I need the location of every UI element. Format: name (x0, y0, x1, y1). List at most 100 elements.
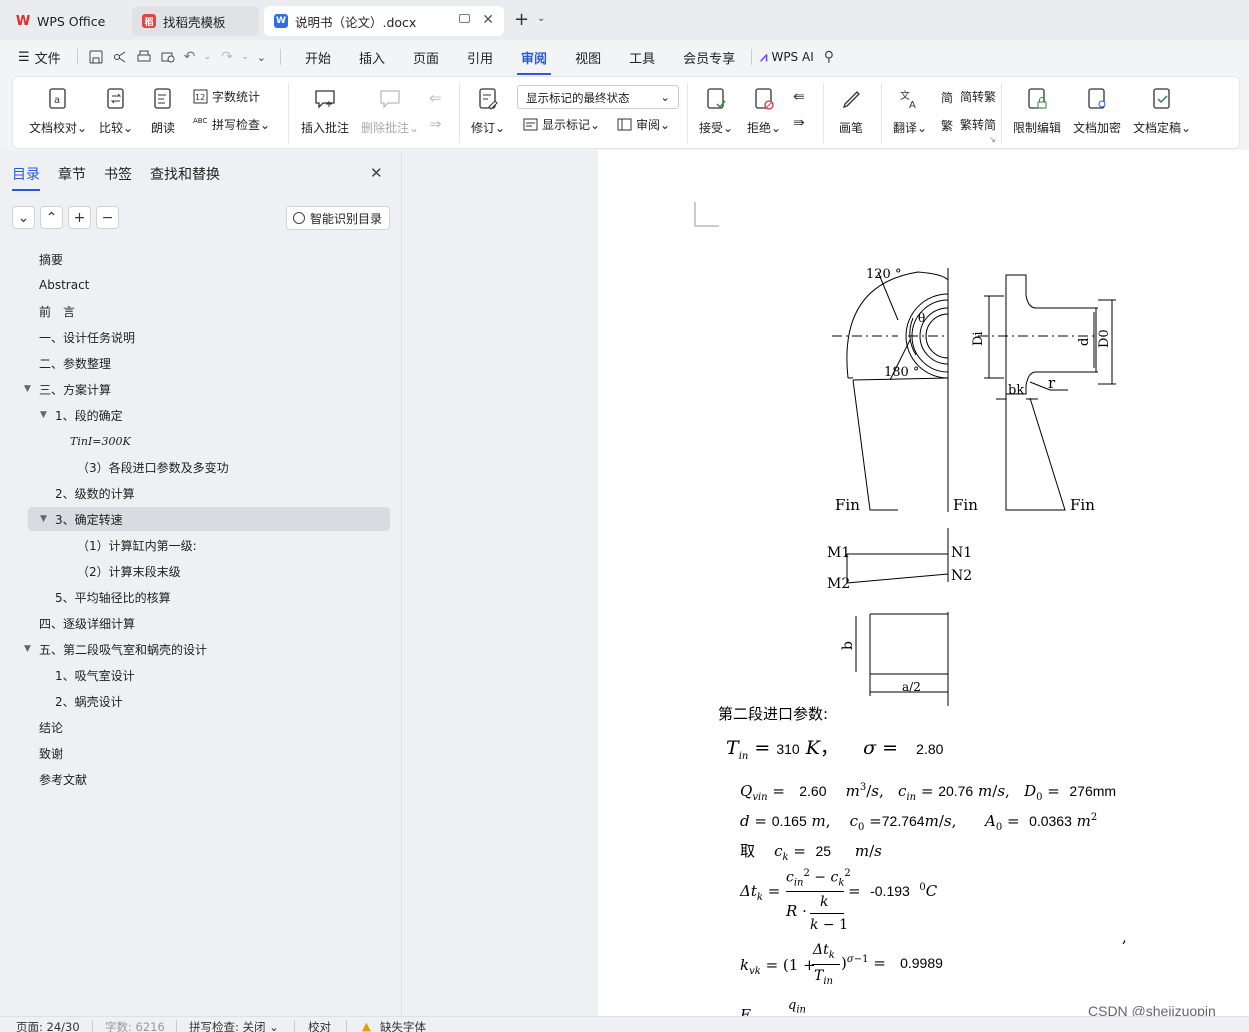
menu-tools[interactable]: 工具 (615, 48, 669, 67)
markup-state-select[interactable]: 显示标记的最终状态 ⌄ (517, 85, 679, 109)
spell-check-icon: ABC (193, 117, 208, 125)
tab-wps-office[interactable]: W WPS Office (6, 6, 124, 36)
toc-item[interactable]: 五、第二段吸气室和蜗壳的设计 (39, 638, 207, 660)
tab-document[interactable]: W 说明书（论文）.docx ✕ (264, 6, 504, 36)
collapse-triangle-icon[interactable]: ▼ (24, 384, 31, 394)
search-icon[interactable]: ⚲ (824, 49, 834, 65)
value-A0: 0.0363 (1029, 813, 1072, 829)
toc-item[interactable]: 2、级数的计算 (55, 482, 135, 504)
menu-start[interactable]: 开始 (291, 48, 345, 67)
menu-reference[interactable]: 引用 (453, 48, 507, 67)
menu-wps-ai[interactable]: WPS AI (771, 50, 819, 64)
to-traditional-button[interactable]: 简 简转繁 (941, 88, 996, 105)
show-markup-button[interactable]: 显示标记 ⌄ (523, 116, 600, 133)
expand-corner-icon[interactable]: ↘ (989, 135, 996, 144)
menu-file[interactable]: 文件 (30, 48, 71, 67)
chevron-down-icon[interactable]: ⌄ (241, 52, 249, 62)
share-icon[interactable] (112, 49, 128, 65)
save-icon[interactable] (88, 49, 104, 65)
toc-item[interactable]: 1、吸气室设计 (55, 664, 135, 686)
menu-page[interactable]: 页面 (399, 48, 453, 67)
read-aloud-button[interactable]: 朗读 (151, 87, 175, 136)
word-count-button[interactable]: 12 字数统计 (193, 88, 260, 105)
chevron-down-icon[interactable]: ⌄ (204, 52, 212, 62)
close-tab-icon[interactable]: ✕ (482, 12, 494, 28)
toc-item[interactable]: TinI=300K (70, 430, 131, 452)
finalize-button[interactable]: 文档定稿⌄ (1133, 87, 1191, 136)
toc-item[interactable]: 一、设计任务说明 (39, 326, 135, 348)
tab-bookmarks[interactable]: 书签 (104, 164, 132, 184)
expand-all-icon[interactable]: ⌄ (12, 206, 35, 229)
tab-chapters[interactable]: 章节 (58, 164, 86, 184)
prev-comment-icon[interactable]: ⇐ (429, 89, 442, 107)
toc-item[interactable]: Abstract (39, 274, 89, 296)
revise-button[interactable]: 修订⌄ (471, 87, 505, 136)
toc-item[interactable]: 摘要 (39, 248, 63, 270)
toc-item[interactable]: （3）各段进口参数及多变功 (77, 456, 229, 478)
encrypt-button[interactable]: 文档加密 (1073, 87, 1121, 136)
toc-item[interactable]: 结论 (39, 716, 63, 738)
toc-item[interactable]: 前 言 (39, 300, 75, 322)
spell-check-button[interactable]: ABC 拼写检查 ⌄ (193, 116, 270, 133)
document-page[interactable]: 120 ° θ 180 ° Di d D0 bk r Fin Fin Fin M… (598, 150, 1249, 1024)
collapse-triangle-icon[interactable]: ▼ (40, 410, 47, 420)
next-comment-icon[interactable]: ⇒ (429, 115, 442, 133)
to-simplified-label: 繁转简 (960, 118, 997, 132)
accept-button[interactable]: 接受⌄ (699, 87, 733, 136)
add-heading-icon[interactable]: + (68, 206, 91, 229)
toc-item[interactable]: 四、逐级详细计算 (39, 612, 135, 634)
review-pane-button[interactable]: 审阅 ⌄ (617, 116, 670, 133)
new-tab-icon[interactable]: + (514, 9, 529, 30)
doc-check-button[interactable]: a 文档校对⌄ (29, 87, 87, 136)
print-preview-icon[interactable] (160, 49, 176, 65)
tab-toc[interactable]: 目录 (12, 164, 40, 191)
smart-toc-button[interactable]: 智能识别目录 (286, 206, 390, 230)
toc-item-selected[interactable]: 3、确定转速 (55, 508, 123, 530)
to-simplified-button[interactable]: 繁 繁转简 (941, 116, 996, 133)
menu-insert[interactable]: 插入 (345, 48, 399, 67)
window-icon[interactable] (459, 14, 470, 23)
toc-item[interactable]: 三、方案计算 (39, 378, 111, 400)
more-chevron-icon[interactable]: ⌄ (257, 51, 266, 64)
proofread-status[interactable]: 校对 (308, 1019, 331, 1032)
missing-font-status[interactable]: 缺失字体 (380, 1019, 426, 1032)
pen-button[interactable]: 画笔 (839, 87, 863, 136)
chevron-down-icon[interactable]: ⌄ (537, 13, 545, 24)
print-icon[interactable] (136, 49, 152, 65)
redo-icon[interactable]: ↷ (221, 49, 237, 65)
delete-comment-button[interactable]: 删除批注⌄ (361, 87, 419, 136)
remove-heading-icon[interactable]: − (96, 206, 119, 229)
close-pane-icon[interactable]: ✕ (370, 164, 383, 182)
toc-item[interactable]: 1、段的确定 (55, 404, 123, 426)
menu-member[interactable]: 会员专享 (669, 48, 749, 67)
label-theta: θ (918, 311, 925, 325)
tab-find-replace[interactable]: 查找和替换 (150, 164, 220, 184)
collapse-triangle-icon[interactable]: ▼ (40, 514, 47, 524)
menu-review[interactable]: 审阅 (507, 48, 561, 75)
translate-label: 翻译 (893, 121, 918, 135)
next-change-icon[interactable]: ⇛ (793, 115, 805, 131)
collapse-triangle-icon[interactable]: ▼ (24, 644, 31, 654)
toc-item[interactable]: 2、蜗壳设计 (55, 690, 123, 712)
restrict-edit-button[interactable]: 限制编辑 (1013, 87, 1061, 136)
toc-item[interactable]: 致谢 (39, 742, 63, 764)
insert-comment-button[interactable]: 插入批注 (301, 87, 349, 136)
toc-item[interactable]: 参考文献 (39, 768, 87, 790)
compare-button[interactable]: 比较⌄ (99, 87, 133, 136)
toc-item[interactable]: （1）计算缸内第一级: (77, 534, 197, 556)
wps-ai-icon[interactable]: ⩘ (760, 50, 767, 65)
toc-item[interactable]: 5、平均轴径比的核算 (55, 586, 171, 608)
reject-button[interactable]: 拒绝⌄ (747, 87, 781, 136)
page-indicator[interactable]: 页面: 24/30 (16, 1019, 80, 1032)
menu-view[interactable]: 视图 (561, 48, 615, 67)
word-count-indicator[interactable]: 字数: 6216 (105, 1019, 165, 1032)
toc-item[interactable]: （2）计算末段末级 (77, 560, 181, 582)
hamburger-icon[interactable]: ☰ (18, 50, 30, 65)
prev-change-icon[interactable]: ⇚ (793, 89, 805, 105)
spell-check-status[interactable]: 拼写检查: 关闭 ⌄ (189, 1019, 279, 1032)
collapse-icon[interactable]: ⌃ (40, 206, 63, 229)
translate-button[interactable]: 文A 翻译⌄ (893, 87, 927, 136)
tab-template[interactable]: 稻 找稻壳模板 (132, 6, 259, 36)
undo-icon[interactable]: ↶ (184, 49, 200, 65)
toc-item[interactable]: 二、参数整理 (39, 352, 111, 374)
